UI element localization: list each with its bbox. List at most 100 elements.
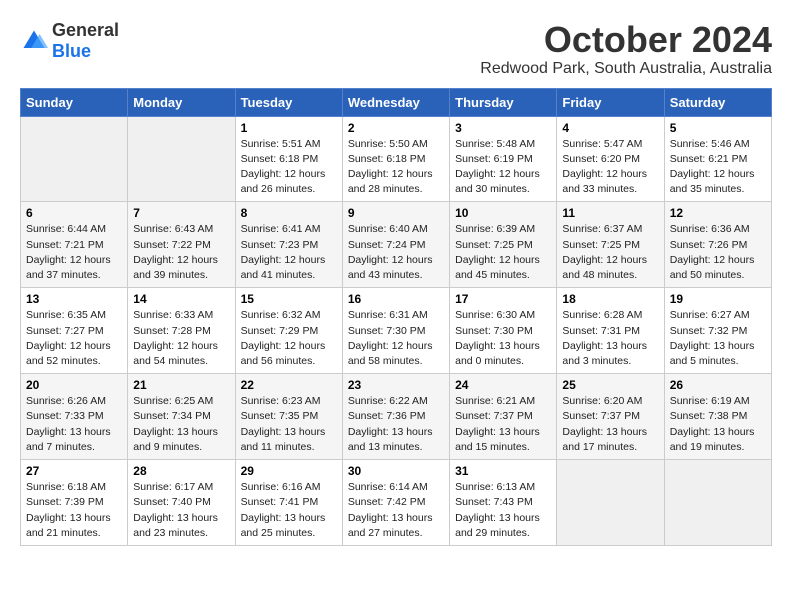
day-number: 22 [241, 378, 337, 392]
calendar-cell: 25 Sunrise: 6:20 AM Sunset: 7:37 PM Dayli… [557, 374, 664, 460]
day-detail: Sunrise: 5:46 AM Sunset: 6:21 PM Dayligh… [670, 137, 766, 198]
day-number: 28 [133, 464, 229, 478]
day-number: 9 [348, 206, 444, 220]
calendar-cell: 24Sunrise: 6:21 AM Sunset: 7:37 PM Dayli… [450, 374, 557, 460]
calendar-cell [664, 460, 771, 546]
day-detail: Sunrise: 6:28 AM Sunset: 7:31 PM Dayligh… [562, 308, 658, 369]
day-detail: Sunrise: 6:20 AM Sunset: 7:37 PM Dayligh… [562, 394, 658, 455]
calendar-cell: 27Sunrise: 6:18 AM Sunset: 7:39 PM Dayli… [21, 460, 128, 546]
day-detail: Sunrise: 6:43 AM Sunset: 7:22 PM Dayligh… [133, 222, 229, 283]
calendar-cell: 9Sunrise: 6:40 AM Sunset: 7:24 PM Daylig… [342, 202, 449, 288]
day-detail: Sunrise: 5:48 AM Sunset: 6:19 PM Dayligh… [455, 137, 551, 198]
logo-blue-text: Blue [52, 41, 91, 61]
day-number: 25 [562, 378, 658, 392]
day-number: 14 [133, 292, 229, 306]
calendar-cell: 7 Sunrise: 6:43 AM Sunset: 7:22 PM Daylig… [128, 202, 235, 288]
day-number: 31 [455, 464, 551, 478]
logo: General Blue [20, 20, 119, 62]
calendar-cell [557, 460, 664, 546]
calendar-cell: 29Sunrise: 6:16 AM Sunset: 7:41 PM Dayli… [235, 460, 342, 546]
sub-title: Redwood Park, South Australia, Australia [480, 60, 772, 78]
calendar-cell: 21Sunrise: 6:25 AM Sunset: 7:34 PM Dayli… [128, 374, 235, 460]
day-detail: Sunrise: 6:22 AM Sunset: 7:36 PM Dayligh… [348, 394, 444, 455]
header-row: SundayMondayTuesdayWednesdayThursdayFrid… [21, 88, 772, 116]
day-detail: Sunrise: 6:17 AM Sunset: 7:40 PM Dayligh… [133, 480, 229, 541]
calendar-cell [21, 116, 128, 202]
page-header: General Blue October 2024 Redwood Park, … [20, 20, 772, 78]
title-block: October 2024 Redwood Park, South Austral… [480, 20, 772, 78]
week-row-4: 20Sunrise: 6:26 AM Sunset: 7:33 PM Dayli… [21, 374, 772, 460]
calendar-cell: 18Sunrise: 6:28 AM Sunset: 7:31 PM Dayli… [557, 288, 664, 374]
logo-icon [20, 27, 48, 55]
calendar-cell: 5 Sunrise: 5:46 AM Sunset: 6:21 PM Daylig… [664, 116, 771, 202]
week-row-3: 13 Sunrise: 6:35 AM Sunset: 7:27 PM Dayli… [21, 288, 772, 374]
day-number: 21 [133, 378, 229, 392]
day-number: 10 [455, 206, 551, 220]
day-detail: Sunrise: 6:35 AM Sunset: 7:27 PM Dayligh… [26, 308, 122, 369]
day-detail: Sunrise: 5:50 AM Sunset: 6:18 PM Dayligh… [348, 137, 444, 198]
calendar-cell: 22 Sunrise: 6:23 AM Sunset: 7:35 PM Dayli… [235, 374, 342, 460]
day-number: 20 [26, 378, 122, 392]
day-detail: Sunrise: 6:44 AM Sunset: 7:21 PM Dayligh… [26, 222, 122, 283]
calendar-cell: 23 Sunrise: 6:22 AM Sunset: 7:36 PM Dayli… [342, 374, 449, 460]
day-number: 4 [562, 121, 658, 135]
calendar-cell: 10 Sunrise: 6:39 AM Sunset: 7:25 PM Dayli… [450, 202, 557, 288]
day-number: 11 [562, 206, 658, 220]
day-number: 27 [26, 464, 122, 478]
calendar-cell: 19Sunrise: 6:27 AM Sunset: 7:32 PM Dayli… [664, 288, 771, 374]
calendar-cell: 16 Sunrise: 6:31 AM Sunset: 7:30 PM Dayli… [342, 288, 449, 374]
day-detail: Sunrise: 6:16 AM Sunset: 7:41 PM Dayligh… [241, 480, 337, 541]
day-detail: Sunrise: 6:30 AM Sunset: 7:30 PM Dayligh… [455, 308, 551, 369]
week-row-5: 27Sunrise: 6:18 AM Sunset: 7:39 PM Dayli… [21, 460, 772, 546]
calendar-cell: 14Sunrise: 6:33 AM Sunset: 7:28 PM Dayli… [128, 288, 235, 374]
day-number: 1 [241, 121, 337, 135]
calendar-cell: 6 Sunrise: 6:44 AM Sunset: 7:21 PM Daylig… [21, 202, 128, 288]
header-day-thursday: Thursday [450, 88, 557, 116]
calendar-cell: 2 Sunrise: 5:50 AM Sunset: 6:18 PM Daylig… [342, 116, 449, 202]
logo-general-text: General [52, 20, 119, 40]
day-number: 30 [348, 464, 444, 478]
header-day-wednesday: Wednesday [342, 88, 449, 116]
calendar-cell: 8Sunrise: 6:41 AM Sunset: 7:23 PM Daylig… [235, 202, 342, 288]
header-day-saturday: Saturday [664, 88, 771, 116]
calendar-cell: 15Sunrise: 6:32 AM Sunset: 7:29 PM Dayli… [235, 288, 342, 374]
day-number: 3 [455, 121, 551, 135]
calendar-cell [128, 116, 235, 202]
day-number: 5 [670, 121, 766, 135]
calendar-cell: 12Sunrise: 6:36 AM Sunset: 7:26 PM Dayli… [664, 202, 771, 288]
week-row-1: 1 Sunrise: 5:51 AM Sunset: 6:18 PM Daylig… [21, 116, 772, 202]
calendar-cell: 1 Sunrise: 5:51 AM Sunset: 6:18 PM Daylig… [235, 116, 342, 202]
day-number: 6 [26, 206, 122, 220]
day-number: 8 [241, 206, 337, 220]
calendar-table: SundayMondayTuesdayWednesdayThursdayFrid… [20, 88, 772, 546]
day-detail: Sunrise: 6:21 AM Sunset: 7:37 PM Dayligh… [455, 394, 551, 455]
calendar-cell: 4Sunrise: 5:47 AM Sunset: 6:20 PM Daylig… [557, 116, 664, 202]
day-number: 23 [348, 378, 444, 392]
day-number: 7 [133, 206, 229, 220]
day-detail: Sunrise: 5:51 AM Sunset: 6:18 PM Dayligh… [241, 137, 337, 198]
day-detail: Sunrise: 6:14 AM Sunset: 7:42 PM Dayligh… [348, 480, 444, 541]
calendar-body: 1 Sunrise: 5:51 AM Sunset: 6:18 PM Daylig… [21, 116, 772, 545]
header-day-friday: Friday [557, 88, 664, 116]
calendar-cell: 3 Sunrise: 5:48 AM Sunset: 6:19 PM Daylig… [450, 116, 557, 202]
calendar-cell: 20Sunrise: 6:26 AM Sunset: 7:33 PM Dayli… [21, 374, 128, 460]
day-detail: Sunrise: 6:23 AM Sunset: 7:35 PM Dayligh… [241, 394, 337, 455]
day-number: 2 [348, 121, 444, 135]
day-number: 13 [26, 292, 122, 306]
week-row-2: 6 Sunrise: 6:44 AM Sunset: 7:21 PM Daylig… [21, 202, 772, 288]
calendar-cell: 17 Sunrise: 6:30 AM Sunset: 7:30 PM Dayli… [450, 288, 557, 374]
day-number: 17 [455, 292, 551, 306]
calendar-header: SundayMondayTuesdayWednesdayThursdayFrid… [21, 88, 772, 116]
day-detail: Sunrise: 6:36 AM Sunset: 7:26 PM Dayligh… [670, 222, 766, 283]
day-detail: Sunrise: 6:13 AM Sunset: 7:43 PM Dayligh… [455, 480, 551, 541]
day-detail: Sunrise: 6:39 AM Sunset: 7:25 PM Dayligh… [455, 222, 551, 283]
day-number: 16 [348, 292, 444, 306]
day-number: 15 [241, 292, 337, 306]
day-detail: Sunrise: 6:27 AM Sunset: 7:32 PM Dayligh… [670, 308, 766, 369]
calendar-cell: 11 Sunrise: 6:37 AM Sunset: 7:25 PM Dayli… [557, 202, 664, 288]
day-detail: Sunrise: 6:37 AM Sunset: 7:25 PM Dayligh… [562, 222, 658, 283]
header-day-tuesday: Tuesday [235, 88, 342, 116]
header-day-sunday: Sunday [21, 88, 128, 116]
day-detail: Sunrise: 6:31 AM Sunset: 7:30 PM Dayligh… [348, 308, 444, 369]
calendar-cell: 13 Sunrise: 6:35 AM Sunset: 7:27 PM Dayli… [21, 288, 128, 374]
